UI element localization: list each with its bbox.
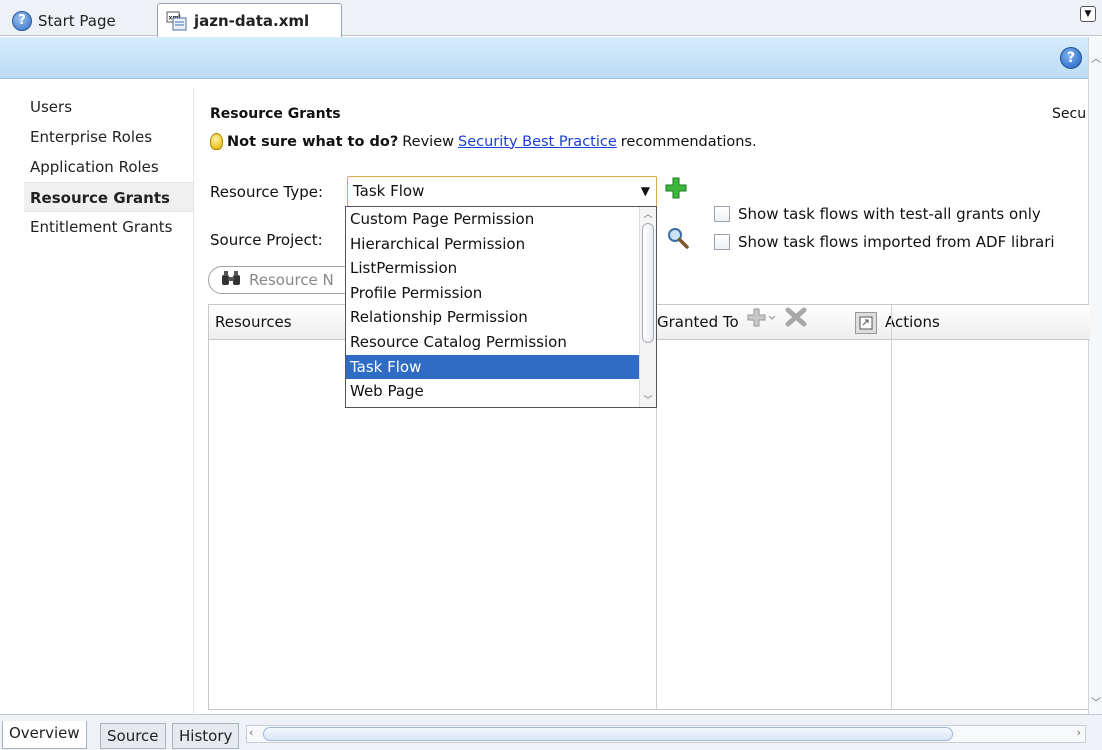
dropdown-option-hierarchical-permission[interactable]: Hierarchical Permission xyxy=(346,232,639,257)
test-all-grants-checkbox[interactable] xyxy=(714,206,730,222)
scroll-down-icon[interactable]: ﹀ xyxy=(1089,697,1102,711)
sidebar-item-resource-grants[interactable]: Resource Grants xyxy=(24,182,194,212)
tab-jazn-data[interactable]: xml jazn-data.xml xyxy=(157,3,342,37)
column-resources[interactable]: Resources xyxy=(209,305,292,340)
tab-list-dropdown-icon[interactable]: ▼ xyxy=(1080,6,1096,22)
imported-adf-checkbox-row[interactable]: Show task flows imported from ADF librar… xyxy=(714,233,1089,251)
tab-jazn-data-label: jazn-data.xml xyxy=(194,11,310,30)
security-best-practice-link[interactable]: Security Best Practice xyxy=(458,134,617,150)
hint-question: Not sure what to do? xyxy=(227,133,399,150)
resource-type-label: Resource Type: xyxy=(210,183,324,201)
sidebar-item-entitlement-grants[interactable]: Entitlement Grants xyxy=(24,212,194,242)
editor-banner: ? xyxy=(0,37,1088,79)
chevron-down-icon: ▼ xyxy=(640,184,650,198)
resource-type-value: Task Flow xyxy=(353,182,425,200)
sidebar-item-enterprise-roles[interactable]: Enterprise Roles xyxy=(24,122,194,152)
vertical-scrollbar[interactable]: ︿ ﹀ xyxy=(1088,37,1102,714)
remove-grantee-icon[interactable] xyxy=(785,305,807,340)
tab-history[interactable]: History xyxy=(172,723,240,749)
actions-toggle-icon[interactable] xyxy=(855,311,877,334)
chevron-up-icon[interactable]: ︿ xyxy=(640,207,656,221)
dropdown-option-relationship-permission[interactable]: Relationship Permission xyxy=(346,305,639,330)
tab-start-page-label: Start Page xyxy=(38,11,116,30)
best-practice-hint: Not sure what to do? Review Security Bes… xyxy=(210,133,757,150)
scroll-left-icon[interactable]: ‹ xyxy=(249,726,253,739)
sidebar-item-users[interactable]: Users xyxy=(24,92,194,122)
source-project-label: Source Project: xyxy=(210,231,323,249)
security-label-truncated: Secu xyxy=(1052,106,1087,122)
actions-label: Actions xyxy=(885,313,940,331)
chevron-down-icon[interactable]: ﹀ xyxy=(640,393,656,407)
dropdown-option-profile-permission[interactable]: Profile Permission xyxy=(346,281,639,306)
page-title: Resource Grants xyxy=(210,106,341,122)
hint-review-text: Review xyxy=(402,133,454,150)
resource-type-dropdown-list[interactable]: Custom Page Permission Hierarchical Perm… xyxy=(345,206,657,408)
scroll-up-icon[interactable]: ︿ xyxy=(1089,53,1102,67)
dropdown-option-resource-catalog-permission[interactable]: Resource Catalog Permission xyxy=(346,330,639,355)
resource-type-select[interactable]: Task Flow ▼ xyxy=(347,176,657,207)
dropdown-option-task-flow[interactable]: Task Flow xyxy=(346,354,639,380)
resource-filter-input[interactable]: Resource N xyxy=(208,266,358,294)
test-all-grants-checkbox-row[interactable]: Show task flows with test-all grants onl… xyxy=(714,205,1041,223)
dropdown-option-listpermission[interactable]: ListPermission xyxy=(346,256,639,281)
lightbulb-icon xyxy=(210,133,223,150)
filter-placeholder: Resource N xyxy=(249,271,334,289)
tab-source[interactable]: Source xyxy=(100,723,166,749)
tab-start-page[interactable]: ? Start Page xyxy=(4,4,124,37)
editor-tab-bar: ? Start Page xml jazn-data.xml ▼ xyxy=(0,0,1102,37)
column-granted-to: Granted To xyxy=(651,305,807,340)
editor-bottom-bar: Overview Source History ‹ › xyxy=(0,714,1102,750)
tab-overview[interactable]: Overview xyxy=(2,721,87,749)
horizontal-scroll-thumb[interactable] xyxy=(263,727,953,741)
help-icon[interactable]: ? xyxy=(1060,47,1082,69)
sidebar-item-application-roles[interactable]: Application Roles xyxy=(24,152,194,182)
magnifier-icon[interactable] xyxy=(666,226,690,250)
add-resource-type-icon[interactable] xyxy=(664,176,688,200)
scroll-right-icon[interactable]: › xyxy=(1077,726,1081,739)
dropdown-scroll-thumb[interactable] xyxy=(642,223,654,343)
add-grantee-icon[interactable] xyxy=(747,305,777,340)
hint-tail-text: recommendations. xyxy=(620,133,757,150)
imported-adf-checkbox[interactable] xyxy=(714,234,730,250)
dropdown-option-custom-page-permission[interactable]: Custom Page Permission xyxy=(346,207,639,232)
horizontal-scrollbar[interactable]: ‹ › xyxy=(246,725,1086,743)
sidebar-nav: Users Enterprise Roles Application Roles… xyxy=(24,92,194,242)
dropdown-option-web-page[interactable]: Web Page xyxy=(346,379,639,404)
help-circle-icon: ? xyxy=(12,10,32,31)
column-actions: Actions xyxy=(849,305,940,340)
test-all-grants-label: Show task flows with test-all grants onl… xyxy=(738,205,1041,223)
binoculars-icon xyxy=(221,270,241,290)
dropdown-scrollbar[interactable]: ︿ ﹀ xyxy=(639,207,656,407)
granted-to-label: Granted To xyxy=(657,313,739,331)
imported-adf-label: Show task flows imported from ADF librar… xyxy=(738,233,1055,251)
column-divider xyxy=(891,305,892,709)
xml-file-icon: xml xyxy=(166,11,188,31)
